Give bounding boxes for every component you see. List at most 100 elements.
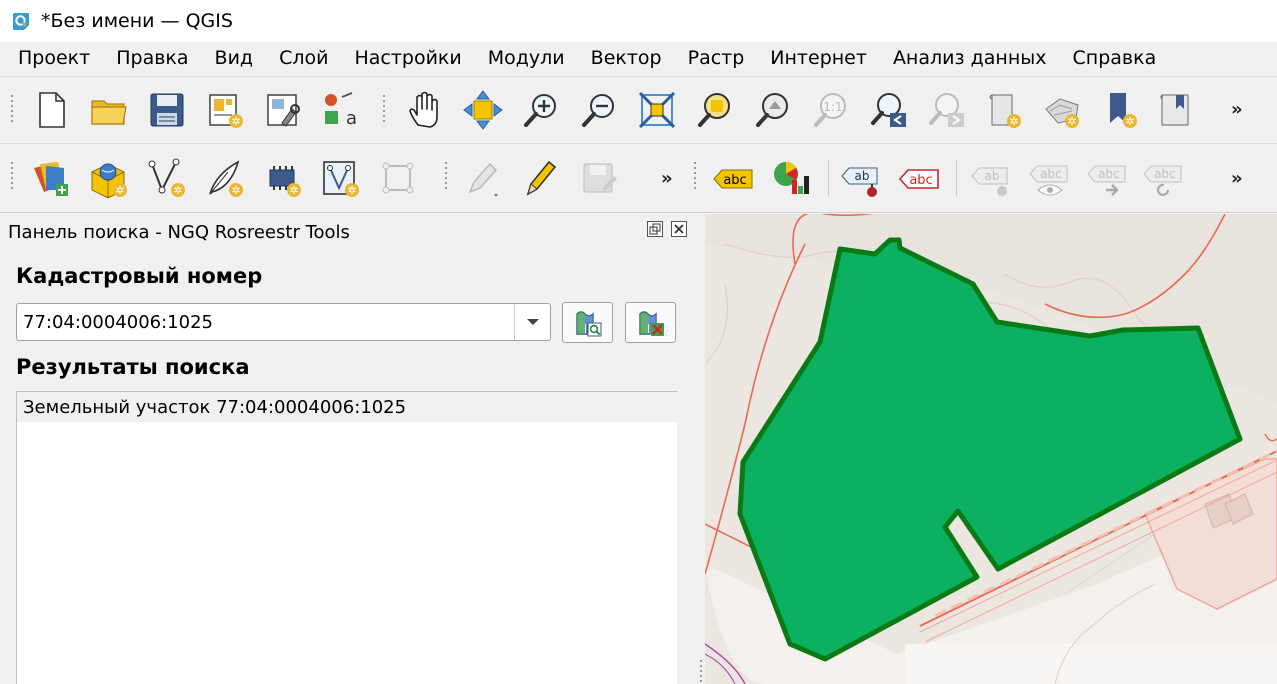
- label-abc-icon: abc: [713, 169, 753, 189]
- toolbar-row-1: ✲ a 1:1 ✲ ✲ ✲ »: [0, 76, 1277, 142]
- clear-search-button[interactable]: [625, 302, 676, 343]
- svg-text:abc: abc: [723, 173, 746, 188]
- menu-view[interactable]: Вид: [202, 42, 267, 74]
- toggle-editing-button[interactable]: [518, 156, 564, 202]
- vector-vertex-icon: ✲: [148, 158, 185, 197]
- map-view-icon: ✲: [989, 94, 1021, 128]
- zoom-out-button[interactable]: [576, 87, 622, 133]
- menu-plugins[interactable]: Модули: [475, 42, 578, 74]
- menu-raster[interactable]: Растр: [675, 42, 758, 74]
- new-mesh-layer-button[interactable]: [376, 156, 422, 202]
- svg-text:✲: ✲: [115, 184, 124, 197]
- new-bookmark-button[interactable]: ✲: [1098, 87, 1144, 133]
- pan-map-button[interactable]: [402, 87, 448, 133]
- cadastral-number-label: Кадастровый номер: [16, 264, 263, 288]
- zoom-out-icon: [582, 94, 614, 127]
- toolbar-grip[interactable]: [382, 95, 388, 125]
- combobox-dropdown-button[interactable]: [514, 304, 550, 340]
- toggle-label-display-button[interactable]: abc: [896, 156, 942, 202]
- feather-icon: ✲: [209, 160, 243, 197]
- new-shapefile-layer-button[interactable]: ✲: [144, 156, 190, 202]
- zoom-last-button[interactable]: [866, 87, 912, 133]
- menu-vector[interactable]: Вектор: [578, 42, 675, 74]
- label-pin-disabled-icon: ab: [971, 167, 1008, 196]
- show-bookmarks-button[interactable]: [1154, 87, 1200, 133]
- zoom-native-button[interactable]: 1:1: [808, 87, 854, 133]
- show-hide-labels-button[interactable]: abc: [1026, 156, 1072, 202]
- svg-text:✲: ✲: [1067, 115, 1076, 128]
- new-map-view-button[interactable]: ✲: [982, 87, 1028, 133]
- new-virtual-layer-button[interactable]: ✲: [318, 156, 364, 202]
- qgis-logo-icon: [13, 13, 29, 30]
- 3d-view-icon: ✲: [1045, 98, 1079, 128]
- style-manager-button[interactable]: a: [316, 87, 362, 133]
- search-results-list[interactable]: Земельный участок 77:04:0004006:1025: [16, 391, 677, 684]
- geopackage-icon: ✲: [91, 163, 127, 199]
- toolbar-grip[interactable]: [10, 95, 16, 125]
- new-document-icon: [39, 92, 65, 128]
- save-layer-edits-button[interactable]: [576, 156, 622, 202]
- zoom-full-button[interactable]: [634, 87, 680, 133]
- toolbar-grip[interactable]: [10, 162, 16, 192]
- data-source-manager-button[interactable]: [28, 156, 74, 202]
- float-panel-button[interactable]: [647, 221, 663, 237]
- svg-text:✲: ✲: [231, 184, 240, 197]
- pin-labels-button[interactable]: ab: [838, 156, 884, 202]
- list-item[interactable]: Земельный участок 77:04:0004006:1025: [17, 392, 677, 422]
- svg-text:abc: abc: [909, 173, 932, 188]
- toolbar-overflow-button[interactable]: »: [661, 168, 673, 189]
- toolbar-overflow-button[interactable]: »: [1231, 99, 1243, 120]
- cadastral-number-value[interactable]: 77:04:0004006:1025: [23, 312, 213, 333]
- new-temporary-layer-button[interactable]: ✲: [260, 156, 306, 202]
- zoom-to-selection-button[interactable]: [692, 87, 738, 133]
- layout-manager-icon: [267, 94, 300, 127]
- dock-splitter[interactable]: [697, 214, 705, 684]
- zoom-in-button[interactable]: [518, 87, 564, 133]
- mesh-layer-icon: [382, 162, 414, 194]
- chevron-down-icon: [526, 319, 539, 325]
- menu-analysis[interactable]: Анализ данных: [880, 42, 1060, 74]
- zoom-last-icon: [871, 93, 906, 127]
- zoom-native-icon: 1:1: [814, 93, 846, 127]
- menu-web[interactable]: Интернет: [757, 42, 880, 74]
- svg-text:✲: ✲: [347, 184, 356, 197]
- new-3d-view-button[interactable]: ✲: [1040, 87, 1086, 133]
- toolbar-grip[interactable]: [444, 162, 450, 192]
- digitize-tools-dropdown[interactable]: [460, 156, 506, 202]
- zoom-layer-icon: [756, 93, 788, 127]
- cadastral-number-combobox[interactable]: 77:04:0004006:1025: [16, 303, 551, 341]
- move-label-arrow-button[interactable]: abc: [1084, 156, 1130, 202]
- rotate-label-button[interactable]: abc: [1140, 156, 1186, 202]
- new-spatialite-layer-button[interactable]: ✲: [202, 156, 248, 202]
- zoom-next-button[interactable]: [924, 87, 970, 133]
- layer-diagram-button[interactable]: [768, 156, 814, 202]
- zoom-to-layer-button[interactable]: [750, 87, 796, 133]
- menu-bar: Проект Правка Вид Слой Настройки Модули …: [0, 42, 1277, 74]
- svg-text:1:1: 1:1: [823, 100, 842, 114]
- menu-layer[interactable]: Слой: [266, 42, 341, 74]
- pencil-disabled-icon: [468, 162, 498, 197]
- menu-help[interactable]: Справка: [1060, 42, 1170, 74]
- parcel-search-icon: [575, 310, 601, 336]
- save-project-button[interactable]: [144, 87, 190, 133]
- menu-settings[interactable]: Настройки: [341, 42, 474, 74]
- window-title: *Без имени — QGIS: [41, 10, 233, 32]
- new-print-layout-button[interactable]: ✲: [202, 87, 248, 133]
- pencil-icon: [526, 160, 557, 196]
- layer-labeling-button[interactable]: abc: [710, 156, 756, 202]
- search-parcel-button[interactable]: [562, 302, 613, 343]
- menu-project[interactable]: Проект: [0, 42, 103, 74]
- open-project-button[interactable]: [86, 87, 132, 133]
- new-project-button[interactable]: [28, 87, 74, 133]
- menu-edit[interactable]: Правка: [103, 42, 201, 74]
- close-panel-button[interactable]: [671, 221, 687, 237]
- map-canvas[interactable]: [705, 214, 1277, 684]
- new-geopackage-layer-button[interactable]: ✲: [86, 156, 132, 202]
- diagram-pie-icon: [774, 162, 809, 194]
- panel-title: Панель поиска - NGQ Rosreestr Tools: [8, 222, 350, 243]
- move-label-button[interactable]: ab: [968, 156, 1014, 202]
- toolbar-grip[interactable]: [693, 162, 699, 192]
- pan-to-selection-button[interactable]: [460, 87, 506, 133]
- toolbar-overflow-button[interactable]: »: [1231, 168, 1243, 189]
- layout-manager-button[interactable]: [260, 87, 306, 133]
